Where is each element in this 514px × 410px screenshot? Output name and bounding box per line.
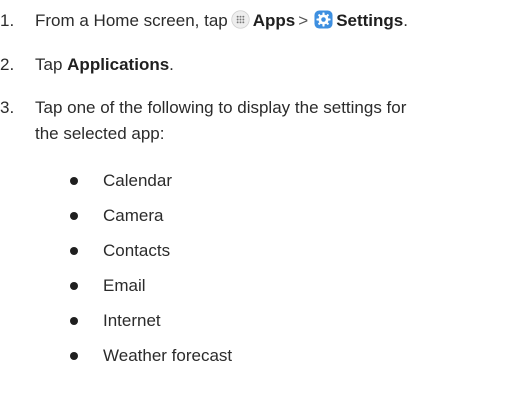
list-item-label: Contacts [103,241,171,260]
bullet-icon [70,212,78,220]
bullet-icon [70,282,78,290]
step-prefix: Tap [35,55,63,74]
bullet-icon [70,352,78,360]
list-item-label: Email [103,276,146,295]
list-item-label: Weather forecast [103,346,233,365]
app-list: Calendar Camera Contacts Email Internet … [70,163,232,373]
bullet-icon [70,177,78,185]
list-item-label: Internet [103,311,161,330]
list-item: Internet [70,303,232,338]
step-line-2: the selected app: [35,124,165,143]
step-number: 2. [0,55,15,74]
list-item: Contacts [70,233,232,268]
apps-grid-icon [231,10,250,29]
list-item: Email [70,268,232,303]
step-line-1: Tap one of the following to display the … [35,98,407,117]
list-item-label: Camera [103,206,164,225]
settings-gear-icon [314,10,333,29]
step-number: 1. [0,11,15,30]
apps-label: Apps [252,11,296,30]
settings-label: Settings [336,11,404,30]
step-number: 3. [0,98,15,117]
step-suffix: . [169,55,174,74]
bullet-icon [70,247,78,255]
step-suffix: . [403,11,408,30]
step-prefix: From a Home screen, tap [35,11,228,30]
applications-label: Applications [67,55,170,74]
list-item: Calendar [70,163,232,198]
step-text: From a Home screen, tap Apps > Settings. [35,8,510,34]
bullet-icon [70,317,78,325]
menu-separator: > [298,11,309,30]
step-text: Tap one of the following to display the … [35,95,510,147]
instructions-document: 1. From a Home screen, tap Apps > Settin… [0,0,514,410]
list-item: Weather forecast [70,338,232,373]
step-text: Tap Applications. [35,52,510,78]
list-item-label: Calendar [103,171,172,190]
list-item: Camera [70,198,232,233]
